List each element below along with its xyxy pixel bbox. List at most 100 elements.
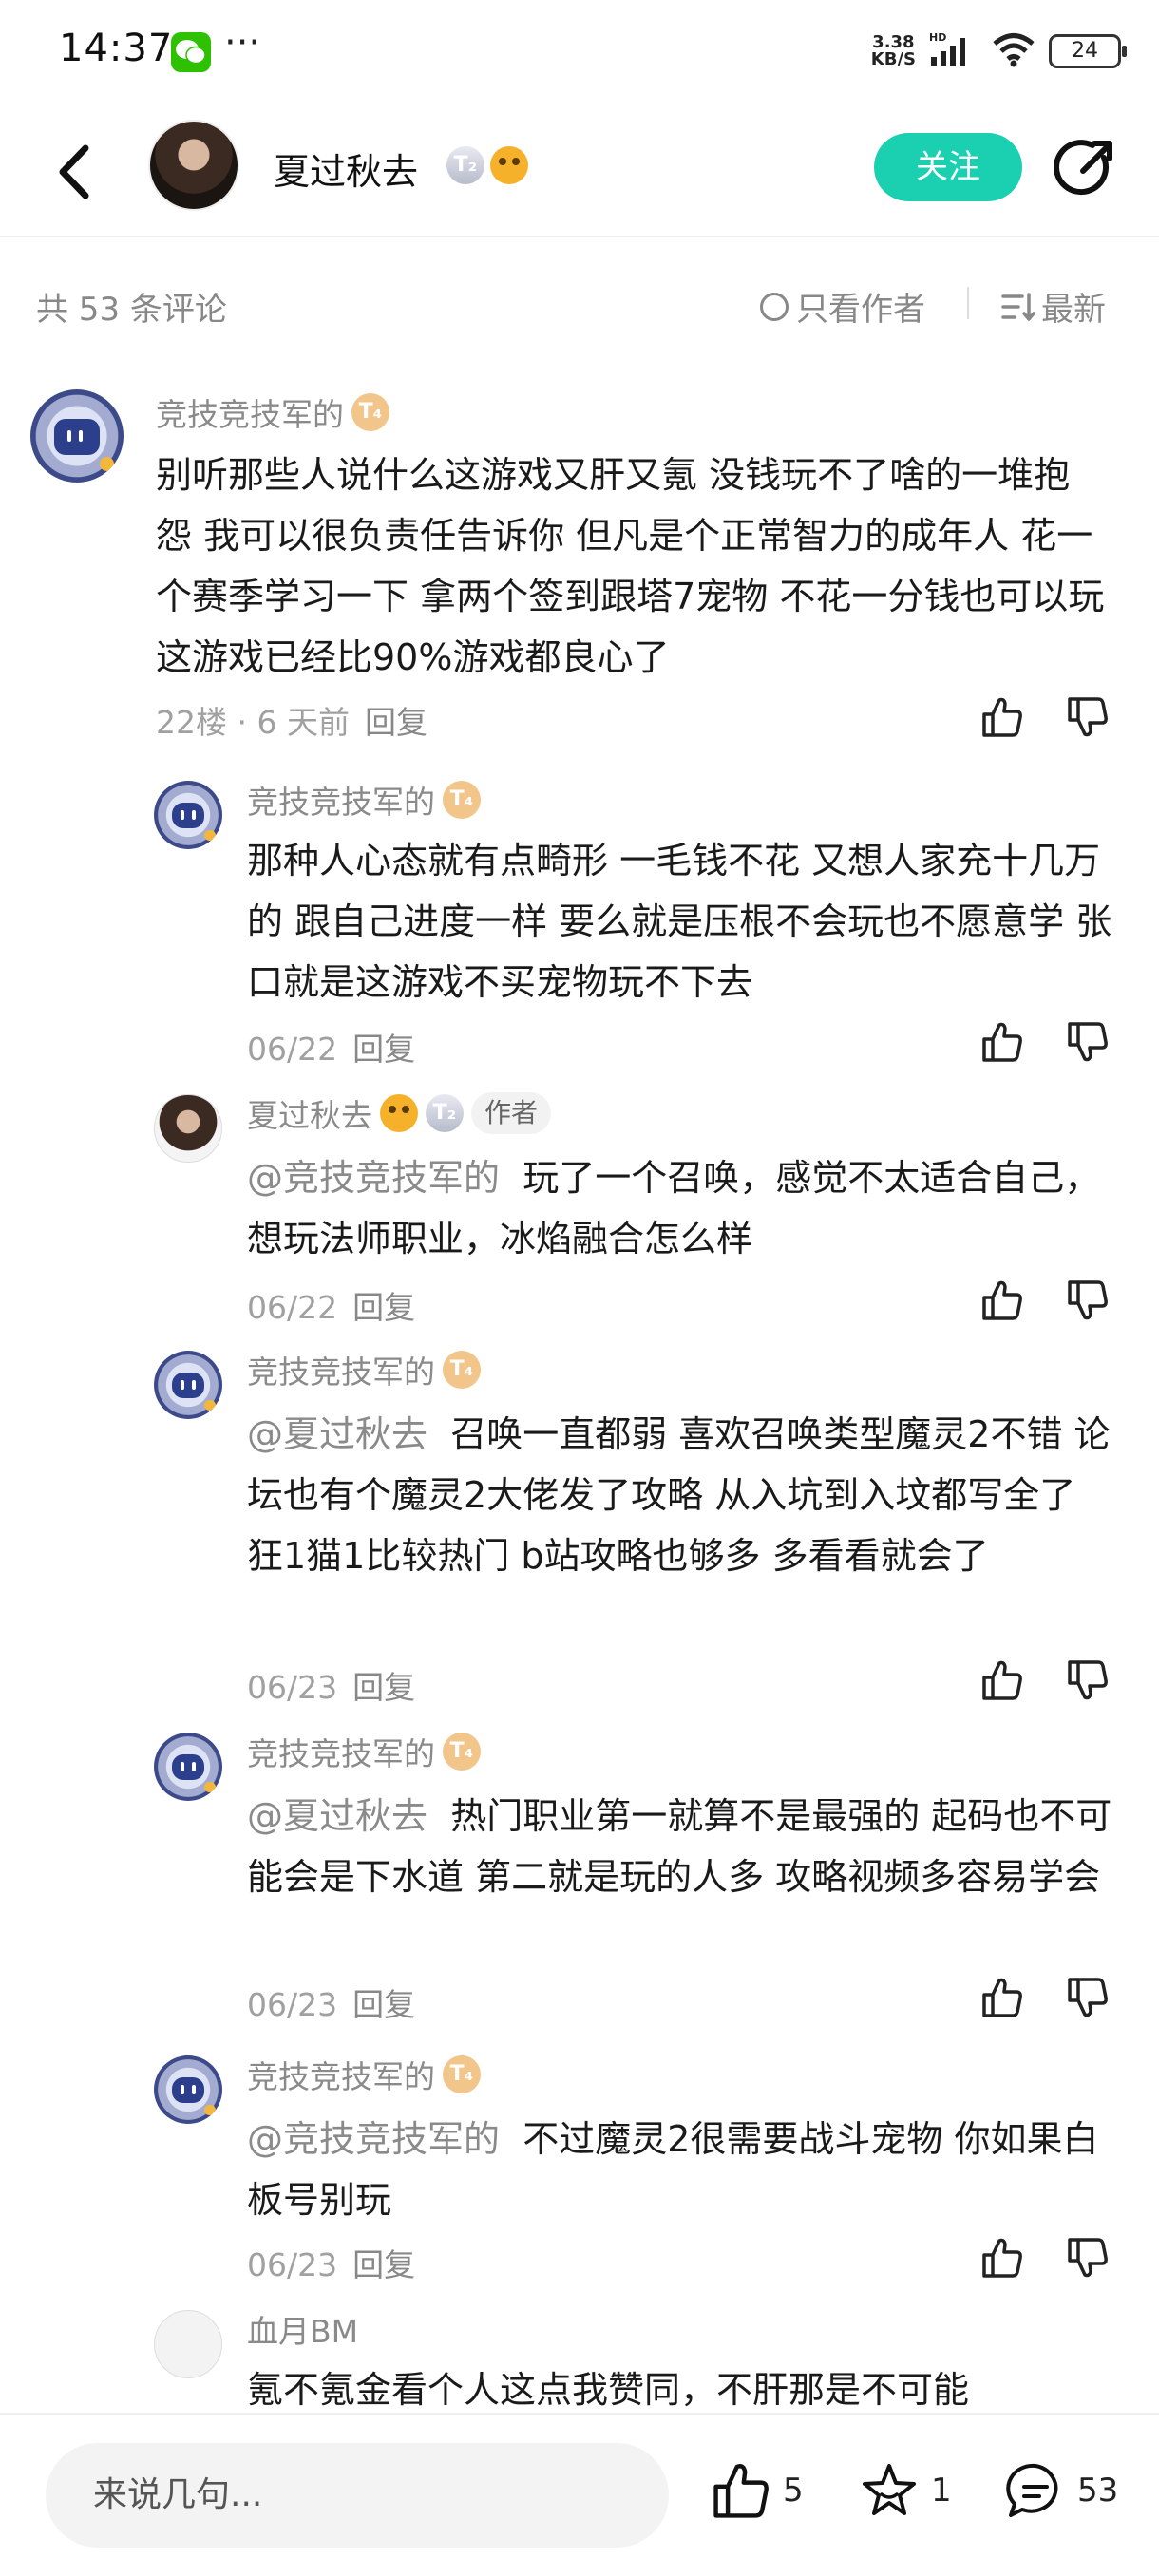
chevron-left-icon: [59, 144, 89, 199]
comment-meta: 06/23 回复: [247, 1669, 416, 1706]
thumbs-down-icon[interactable]: [1066, 1658, 1110, 1702]
mention-link[interactable]: @竞技竞技军的: [247, 1157, 500, 1199]
user-avatar[interactable]: [154, 2310, 222, 2378]
status-indicators: 3.38 KB/S HD 24: [870, 28, 1127, 74]
reply-item: 血月BM 氪不氪金看个人这点我赞同，不肝那是不可能: [0, 2304, 1159, 2413]
divider: [967, 287, 969, 319]
star-icon: [863, 2464, 916, 2515]
comment-meta: 06/22 回复: [247, 1031, 416, 1068]
comment-text: @夏过秋去 召唤一直都弱 喜欢召唤类型魔灵2不错 论坛也有个魔灵2大佬发了攻略 …: [247, 1413, 1111, 1577]
reply-button[interactable]: 回复: [352, 2246, 415, 2283]
comment-text: @竞技竞技军的 玩了一个召唤，感觉不太适合自己，想玩法师职业，冰焰融合怎么样: [247, 1157, 1101, 1260]
vote-buttons: [980, 2236, 1110, 2280]
reply-button[interactable]: 回复: [352, 1669, 415, 1706]
thumbs-up-icon: [713, 2464, 769, 2518]
reply-item: 竞技竞技军的 T₄ @夏过秋去 热门职业第一就算不是最强的 起码也不可能会是下水…: [0, 1721, 1159, 2044]
thumbs-up-icon[interactable]: [980, 1658, 1024, 1702]
reply-item: 竞技竞技军的 T₄ @夏过秋去 召唤一直都弱 喜欢召唤类型魔灵2不错 论坛也有个…: [0, 1339, 1159, 1719]
wechat-notification-icon: [171, 32, 211, 72]
user-avatar[interactable]: [154, 1351, 222, 1419]
signal-icon: HD: [929, 30, 978, 72]
author-avatar[interactable]: [148, 120, 239, 211]
only-author-toggle[interactable]: 只看作者: [760, 283, 925, 330]
back-button[interactable]: [49, 139, 106, 205]
share-button[interactable]: [1054, 137, 1117, 199]
bottom-action-bar: 来说几句... 5 1 53: [0, 2413, 1159, 2576]
comment-text: 那种人心态就有点畸形 一毛钱不花 又想人家充十几万的 跟自己进度一样 要么就是压…: [247, 840, 1112, 1003]
level-badge: T₂: [426, 1094, 464, 1132]
favorite-button[interactable]: 1: [859, 2460, 952, 2521]
comment-text: 别听那些人说什么这游戏又肝又氪 没钱玩不了啥的一堆抱怨 我可以很负责任告诉你 但…: [156, 454, 1105, 678]
level-badge: T₄: [443, 1733, 481, 1771]
status-time: 14:37: [59, 27, 174, 70]
svg-text:HD: HD: [929, 31, 946, 44]
user-avatar[interactable]: [154, 781, 222, 849]
thumbs-up-icon[interactable]: [980, 1976, 1024, 2019]
comment-meta: 06/23 回复: [247, 1986, 416, 2023]
comment-username[interactable]: 竞技竞技军的 T₄: [247, 1729, 481, 1774]
level-badge: T₄: [443, 781, 481, 819]
mention-link[interactable]: @夏过秋去: [247, 1413, 428, 1455]
thumbs-up-icon[interactable]: [980, 1279, 1024, 1322]
thumbs-down-icon[interactable]: [1066, 2236, 1110, 2280]
reply-button[interactable]: 回复: [352, 1031, 415, 1068]
author-name[interactable]: 夏过秋去: [274, 142, 418, 195]
thumbs-down-icon[interactable]: [1066, 1279, 1110, 1322]
comment-total: 53: [1077, 2472, 1119, 2510]
like-button[interactable]: 5: [711, 2460, 804, 2521]
comments-button[interactable]: 53: [1005, 2460, 1118, 2521]
network-speed: 3.38 KB/S: [870, 32, 916, 69]
author-tag: 作者: [471, 1092, 552, 1134]
comment-meta: 06/22 回复: [247, 1289, 416, 1326]
comment-text: @夏过秋去 热门职业第一就算不是最强的 起码也不可能会是下水道 第二就是玩的人多…: [247, 1795, 1112, 1898]
level-badge: T₂: [446, 146, 484, 184]
user-avatar[interactable]: [154, 2055, 222, 2124]
follow-button[interactable]: 关注: [874, 133, 1022, 201]
reply-button[interactable]: 回复: [352, 1986, 415, 2023]
comment-input[interactable]: 来说几句...: [46, 2443, 669, 2548]
comment-username[interactable]: 夏过秋去 T₂ 作者: [247, 1090, 552, 1136]
vote-buttons: [980, 1658, 1110, 1702]
emoji-badge-icon: [380, 1094, 418, 1132]
comment-meta: 22楼 · 6 天前 回复: [156, 704, 428, 741]
user-avatar[interactable]: [154, 1733, 222, 1801]
more-notifications-icon: ···: [224, 21, 261, 65]
share-icon: [1054, 140, 1112, 196]
reply-item: 竞技竞技军的 T₄ 那种人心态就有点畸形 一毛钱不花 又想人家充十几万的 跟自己…: [0, 769, 1159, 1083]
vote-buttons: [980, 1279, 1110, 1322]
comment-username[interactable]: 竞技竞技军的 T₄: [156, 389, 390, 435]
sort-latest-button[interactable]: 最新: [1001, 283, 1106, 330]
comment-item: 竞技竞技军的 T₄ 别听那些人说什么这游戏又肝又氪 没钱玩不了啥的一堆抱怨 我可…: [0, 380, 1159, 779]
comment-meta: 06/23 回复: [247, 2246, 416, 2283]
author-badges: T₂: [446, 146, 528, 184]
comment-text: 氪不氪金看个人这点我赞同，不肝那是不可能: [247, 2369, 970, 2411]
user-avatar[interactable]: [154, 1094, 222, 1163]
emoji-badge-icon: [490, 146, 528, 184]
sort-icon: [1001, 292, 1036, 321]
favorite-count: 1: [931, 2472, 952, 2510]
comment-username[interactable]: 竞技竞技军的 T₄: [247, 1347, 481, 1392]
thumbs-up-icon[interactable]: [980, 2236, 1024, 2280]
user-avatar[interactable]: [30, 389, 124, 483]
status-bar: 14:37 ··· 3.38 KB/S HD 24: [0, 0, 1159, 104]
comment-username[interactable]: 血月BM: [247, 2306, 358, 2352]
thumbs-down-icon[interactable]: [1066, 1020, 1110, 1064]
vote-buttons: [980, 1976, 1110, 2019]
top-nav: 夏过秋去 T₂ 关注: [0, 104, 1159, 237]
thumbs-up-icon[interactable]: [980, 1020, 1024, 1064]
battery-indicator: 24: [1049, 34, 1127, 68]
reply-button[interactable]: 回复: [352, 1289, 415, 1326]
vote-buttons: [980, 1020, 1110, 1064]
wifi-icon: [992, 31, 1036, 71]
level-badge: T₄: [443, 1351, 481, 1389]
reply-button[interactable]: 回复: [365, 704, 428, 741]
level-badge: T₄: [352, 393, 390, 431]
thumbs-down-icon[interactable]: [1066, 695, 1110, 739]
comment-username[interactable]: 竞技竞技军的 T₄: [247, 777, 481, 823]
comment-username[interactable]: 竞技竞技军的 T₄: [247, 2052, 481, 2097]
comment-summary-bar: 共 53 条评论 只看作者 最新: [0, 245, 1159, 361]
thumbs-up-icon[interactable]: [980, 695, 1024, 739]
thumbs-down-icon[interactable]: [1066, 1976, 1110, 2019]
mention-link[interactable]: @竞技竞技军的: [247, 2118, 500, 2160]
mention-link[interactable]: @夏过秋去: [247, 1795, 428, 1837]
